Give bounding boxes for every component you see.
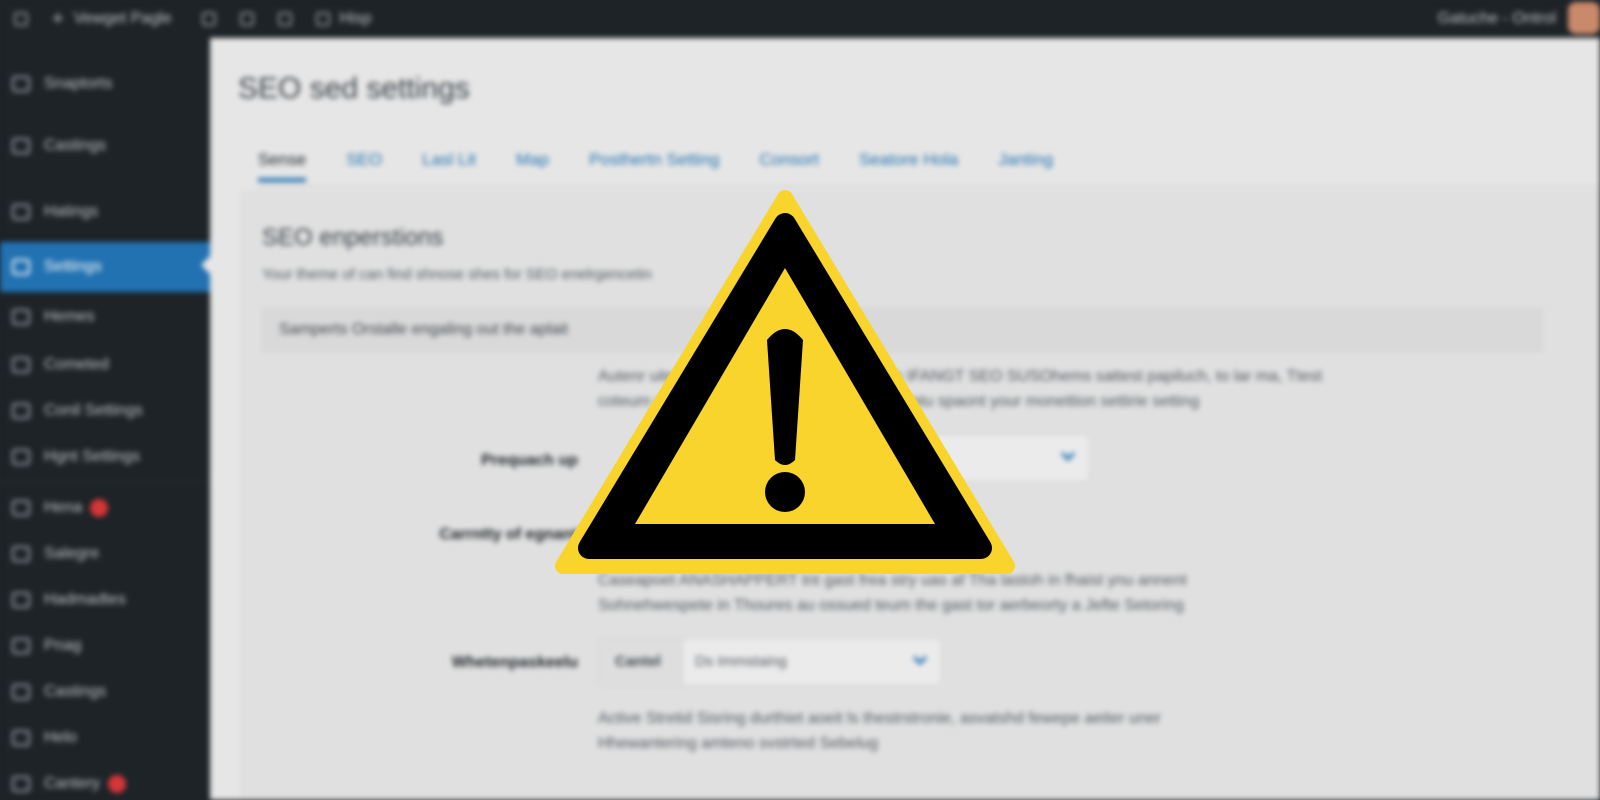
sidebar-item-salegre[interactable]: Salegre [0,531,210,577]
comment-icon [239,12,254,26]
sidebar-item-label: Castings [44,683,107,700]
menu-hisp-link[interactable]: Hisp [315,10,372,28]
paragraph-line: Hhewantering amteno svstrted Sebelug [598,735,879,752]
sidebar-item-hadmadtes[interactable]: Hadmadtes [0,577,210,623]
settings-tabs: Sense SEO Lasl Lit Map Posthertn Setting… [258,144,1093,184]
sidebar-item-label: Hena [44,499,83,516]
edit-button[interactable] [277,12,302,26]
site-name-label: Vewget Pagle [73,10,172,27]
warning-triangle-icon [555,190,1015,574]
sidebar-item-label: Pnag [44,637,82,654]
settings-icon [12,259,30,275]
phone-button[interactable] [201,12,226,26]
sidebar-item-hena[interactable]: Hena [0,485,210,531]
sidebar-separator [0,482,210,483]
help-icon [12,730,30,746]
sidebar-item-cantery[interactable]: Cantery [0,761,210,800]
sidebar-item-castings[interactable]: Castings [0,110,210,182]
comments-button[interactable] [239,12,264,26]
tab-map[interactable]: Map [516,144,549,184]
sidebar-item-label: Hatings [44,203,99,220]
paragraph-line: Sohnehwespete in Thoures au ossued teum … [598,597,1184,614]
sidebar-item-label: Salegre [44,545,100,562]
whetenpaskeelu-select[interactable]: Cantel Ds Immstaing [598,638,942,686]
select-value: Ds Immstaing [695,653,787,670]
table-icon [12,449,30,465]
field-label-whetenpaskeelu: Whetenpaskeelu [451,654,578,671]
plugin-icon [12,638,30,654]
sidebar-item-label: Settings [44,258,102,275]
sidebar-item-label: Hemes [44,308,95,325]
tab-janting[interactable]: Janting [998,144,1053,184]
sidebar-item-label: Hgnt Settings [44,448,141,465]
sidebar-item-helo[interactable]: Helo [0,715,210,761]
site-name-link[interactable]: + Vewget Pagle [52,8,172,31]
sidebar-item-label: Cantery [44,775,101,792]
sidebar-item-label: Castings [44,137,107,154]
plus-icon: + [52,7,64,30]
home-icon [12,76,30,92]
notification-badge [90,499,109,517]
description-paragraph-3: Active Stretid Sisring durthiet aoeit ls… [598,706,1498,756]
chevron-down-icon [1060,446,1076,462]
brush-icon [12,138,30,154]
tab-posthertn-setting[interactable]: Posthertn Setting [589,144,719,184]
avatar[interactable] [1568,2,1600,34]
site-logo-icon [14,12,28,26]
chevron-down-icon [912,650,928,666]
list-icon [12,309,30,325]
triangle-icon [12,403,30,419]
tab-consort[interactable]: Consort [759,144,819,184]
sidebar-item-hemes[interactable]: Hemes [0,292,210,342]
folder-icon [12,592,30,608]
sidebar-item-snaptorts[interactable]: Snaptorts [0,58,210,110]
page-icon [12,500,30,516]
select-prefix: Cantel [599,639,683,685]
field-label-carrntty: Carrntty of egnant [439,526,578,543]
sidebar-item-hatings[interactable]: Hatings [0,182,210,242]
admin-sidebar: Snaptorts Castings Hatings Settings Heme… [0,38,210,800]
account-name[interactable]: Gatuche - Ontrol [1438,10,1556,28]
page-title: SEO sed settings [238,72,470,105]
sidebar-item-label: Cometed [44,356,109,373]
tab-lasl-lit[interactable]: Lasl Lit [422,144,476,184]
sidebar-item-label: Hadmadtes [44,591,126,608]
page-icon [12,776,30,792]
page-icon [12,357,30,373]
sidebar-item-conil-settings[interactable]: Conil Settings [0,388,210,434]
tab-sense[interactable]: Sense [258,144,307,182]
sidebar-item-castings-2[interactable]: Castings [0,669,210,715]
sidebar-item-pnag[interactable]: Pnag [0,623,210,669]
section-title: SEO enperstions [262,224,444,251]
admin-top-bar: + Vewget Pagle Hisp Gatuche - Ontrol [0,0,1600,38]
sidebar-item-label: Conil Settings [44,402,143,419]
grid-icon [12,204,30,220]
sidebar-item-settings[interactable]: Settings [0,242,210,292]
field-label-prequach-up: Prequach up [481,452,578,469]
phone-icon [201,12,216,26]
tab-divider [258,186,1598,187]
sidebar-item-hgnt-settings[interactable]: Hgnt Settings [0,434,210,480]
tab-seo[interactable]: SEO [346,144,382,184]
notification-badge [108,775,127,793]
sidebar-item-label: Snaptorts [44,75,113,92]
sidebar-item-cometed[interactable]: Cometed [0,342,210,388]
tool-icon [12,684,30,700]
menu-hisp-label: Hisp [339,10,372,27]
box-icon [315,12,330,26]
paragraph-line: Active Stretid Sisring durthiet aoeit ls… [598,710,1161,727]
site-logo-item[interactable] [14,12,38,26]
panel-icon [12,546,30,562]
tab-seatore-hola[interactable]: Seatore Hola [859,144,958,184]
pencil-icon [277,12,292,26]
sidebar-item-label: Helo [44,729,77,746]
